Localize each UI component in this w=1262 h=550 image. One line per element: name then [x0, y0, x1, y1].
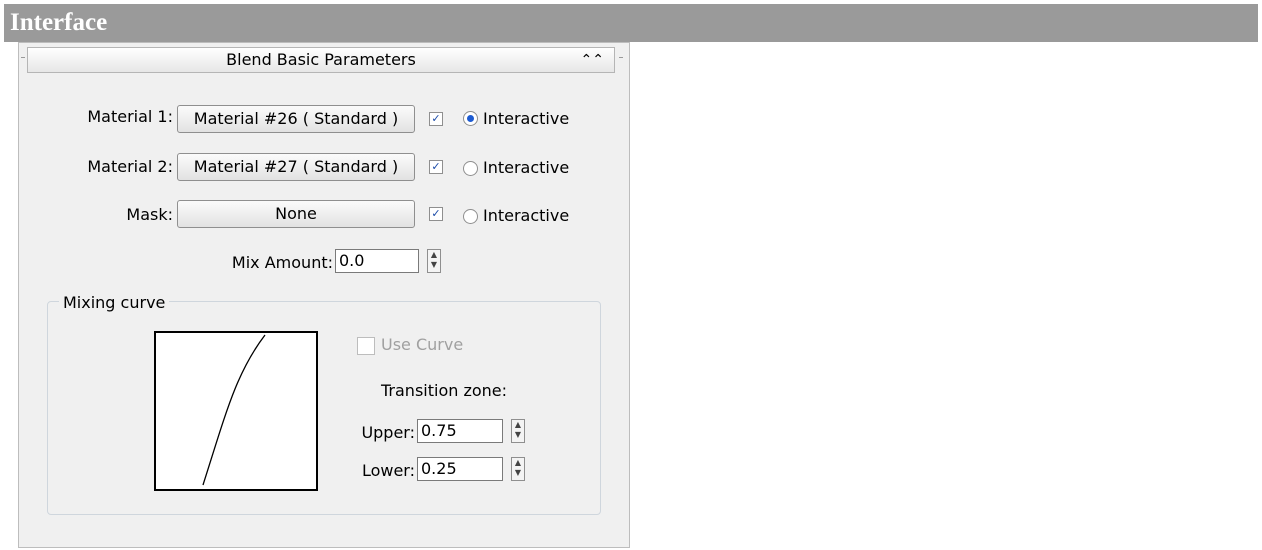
spinner-arrows-icon[interactable]: ▲ ▼	[511, 419, 525, 443]
use-curve-checkbox[interactable]	[357, 337, 375, 355]
mask-interactive-radio[interactable]	[463, 209, 478, 224]
page-header: Interface	[4, 4, 1258, 42]
mixing-curve-group-title: Mixing curve	[59, 293, 170, 312]
page-title: Interface	[10, 9, 108, 36]
material-2-label: Material 2:	[87, 157, 173, 176]
transition-zone-label: Transition zone:	[381, 381, 508, 400]
material-1-interactive-label: Interactive	[483, 109, 570, 128]
mask-label: Mask:	[126, 205, 173, 224]
material-1-button[interactable]: Material #26 ( Standard )	[177, 105, 415, 133]
mixing-curve-line	[202, 334, 266, 486]
spinner-arrows-icon[interactable]: ▲ ▼	[427, 249, 441, 273]
mixing-curve-group	[47, 301, 601, 515]
double-chevron-up-icon[interactable]: ⌃⌃	[581, 48, 604, 72]
mask-enable-checkbox[interactable]: ✓	[429, 207, 443, 221]
mix-amount-label: Mix Amount:	[231, 253, 333, 272]
mixing-curve-preview	[154, 331, 318, 491]
material-1-interactive-radio[interactable]	[463, 111, 478, 126]
checkmark-icon: ✓	[431, 207, 441, 220]
mix-amount-input[interactable]: 0.0	[335, 249, 419, 273]
checkmark-icon: ✓	[431, 112, 441, 125]
rollout-bracket-left	[21, 57, 25, 66]
material-2-interactive-label: Interactive	[483, 158, 570, 177]
use-curve-label: Use Curve	[381, 335, 464, 354]
material-1-label: Material 1:	[87, 107, 173, 126]
rollout-header-button[interactable]: Blend Basic Parameters ⌃⌃	[27, 47, 615, 73]
lower-label: Lower:	[361, 461, 415, 480]
mask-button[interactable]: None	[177, 200, 415, 228]
upper-input[interactable]: 0.75	[417, 419, 503, 443]
rollout-bracket-right	[619, 57, 623, 66]
material-2-enable-checkbox[interactable]: ✓	[429, 160, 443, 174]
material-2-button[interactable]: Material #27 ( Standard )	[177, 153, 415, 181]
lower-input[interactable]: 0.25	[417, 457, 503, 481]
spinner-arrows-icon[interactable]: ▲ ▼	[511, 457, 525, 481]
checkmark-icon: ✓	[431, 160, 441, 173]
mask-interactive-label: Interactive	[483, 206, 570, 225]
blend-basic-parameters-panel: Blend Basic Parameters ⌃⌃ Material 1: Ma…	[18, 42, 630, 548]
material-2-interactive-radio[interactable]	[463, 161, 478, 176]
material-1-enable-checkbox[interactable]: ✓	[429, 112, 443, 126]
upper-label: Upper:	[361, 423, 415, 442]
rollout-title: Blend Basic Parameters	[226, 50, 416, 69]
mixing-curve-graph	[202, 334, 266, 486]
